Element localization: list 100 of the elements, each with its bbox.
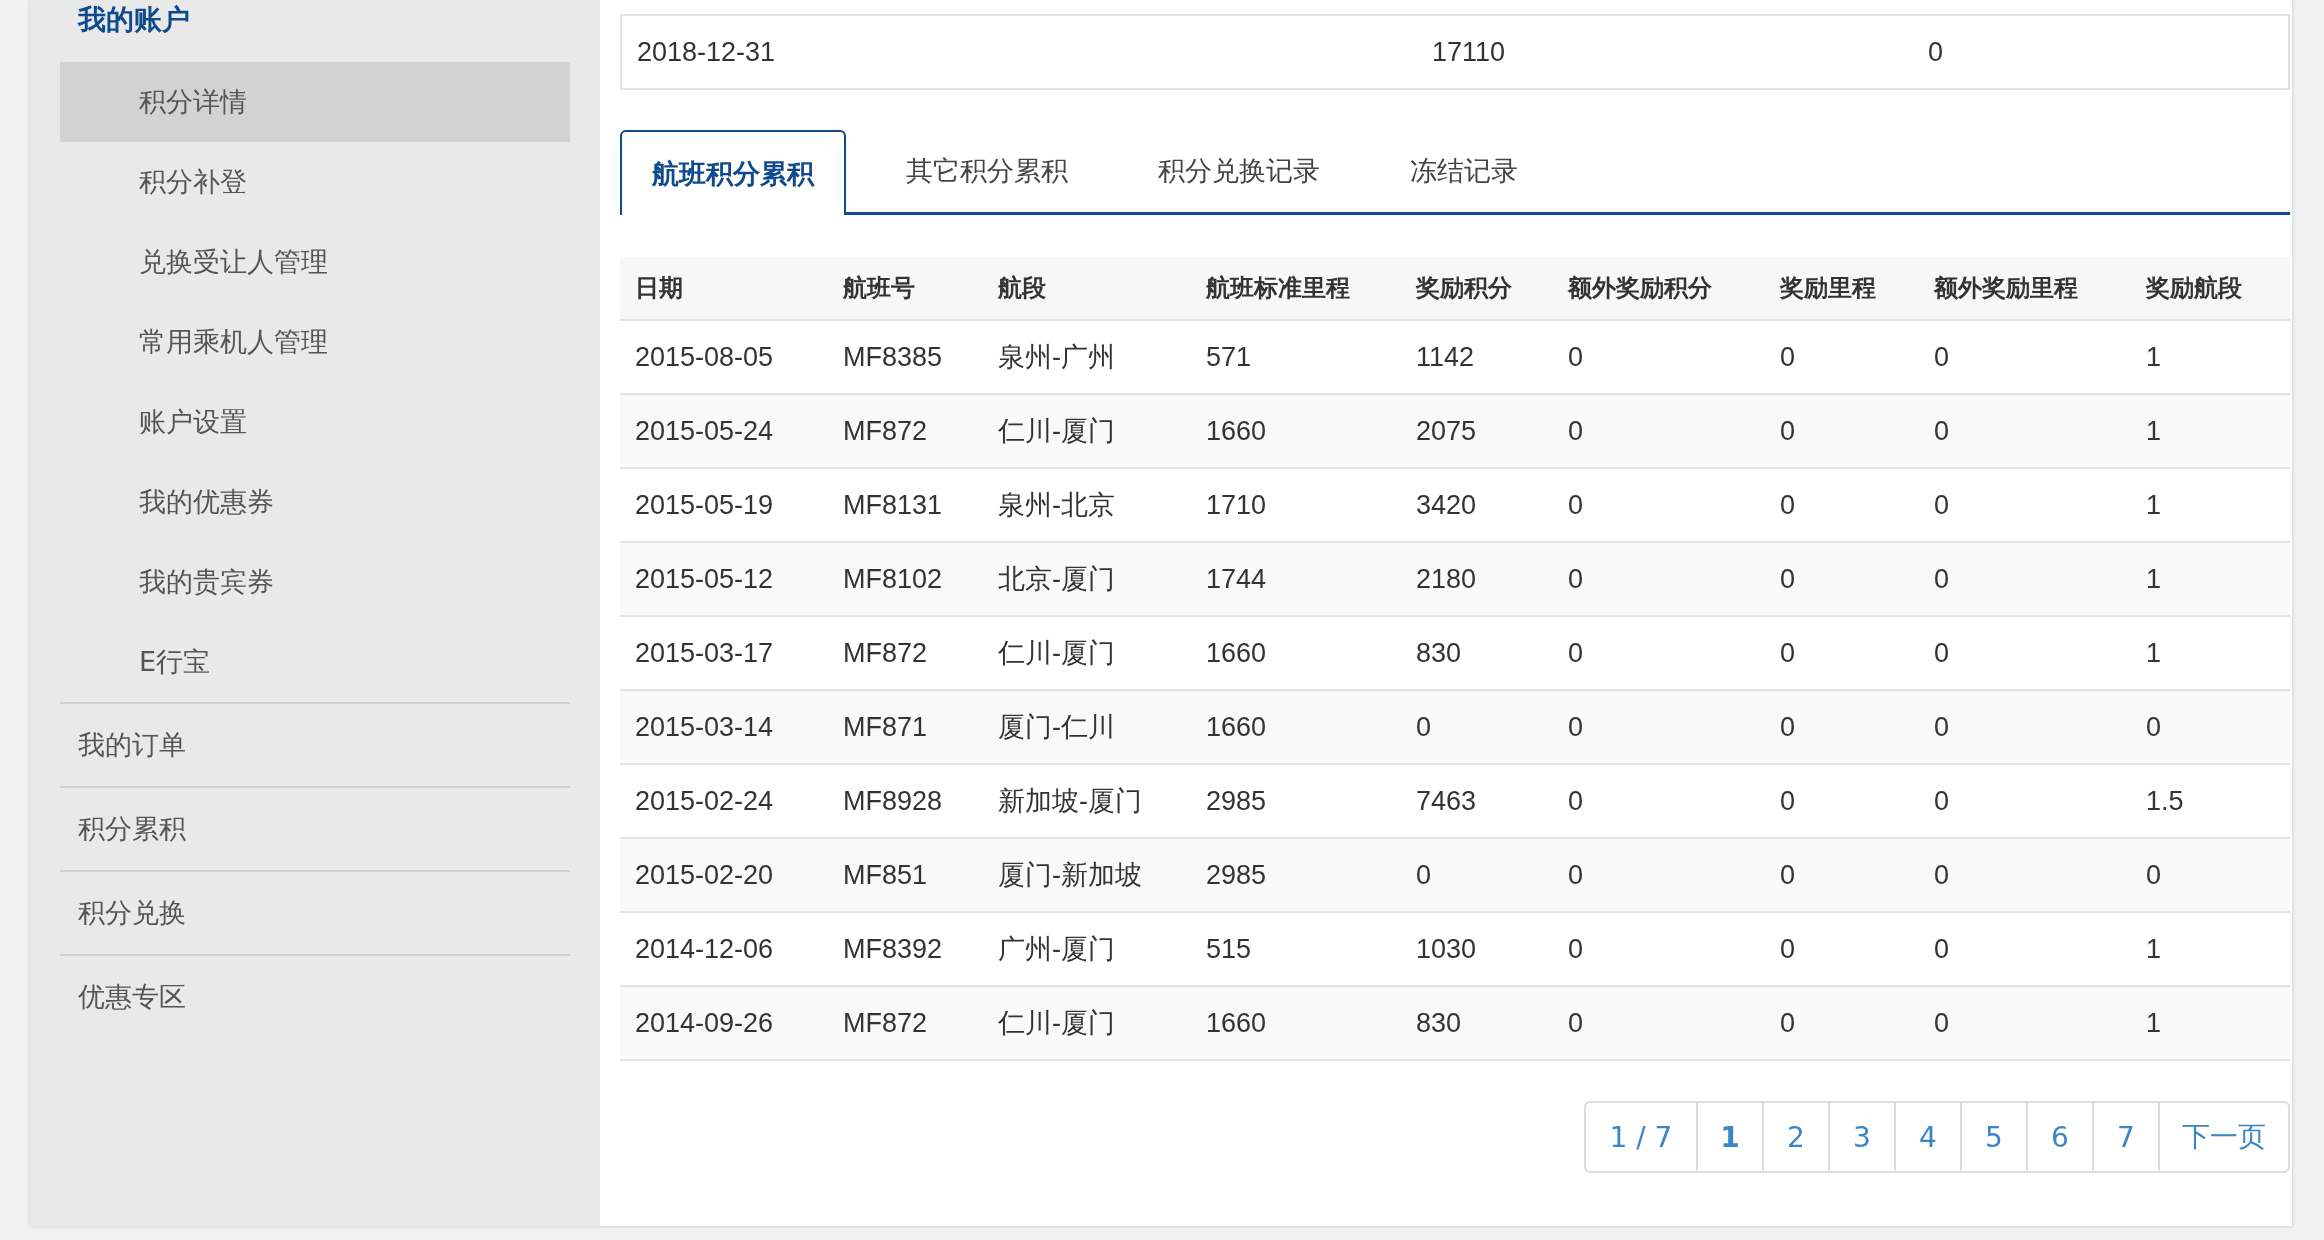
table-cell-text: MF8385 [842, 341, 944, 373]
table-cell-text: 2015-02-24 [634, 785, 775, 817]
sidebar-section-title[interactable]: 我的账户 [60, 0, 570, 48]
table-cell-text: 0 [1933, 859, 1951, 891]
table-cell-text: 1 [2145, 1007, 2163, 1039]
table-cell-text: 1142 [1415, 341, 1476, 373]
column-header: 奖励航段 [2144, 273, 2243, 304]
table-cell-text: 1660 [1205, 711, 1268, 743]
table-cell-text: 571 [1205, 341, 1253, 373]
table-cell-text: 0 [1933, 637, 1951, 669]
table-cell-text: MF872 [842, 415, 929, 447]
table-cell-text: 0 [1779, 1007, 1797, 1039]
sidebar-subitem[interactable]: E行宝 [60, 622, 570, 702]
column-header: 额外奖励里程 [1932, 273, 2079, 304]
table-cell-text: 0 [1779, 637, 1797, 669]
table-cell-text: 2014-12-06 [634, 933, 775, 965]
column-header: 额外奖励积分 [1566, 273, 1713, 304]
sidebar-item[interactable]: 积分累积 [60, 786, 570, 870]
table-cell-text: 2985 [1205, 785, 1268, 817]
table-cell-text: 2015-02-20 [634, 859, 775, 891]
table-cell: 0 [1928, 36, 1944, 68]
column-header: 奖励积分 [1414, 273, 1513, 304]
table-cell-text: 0 [1567, 711, 1585, 743]
table-cell-text: 830 [1415, 1007, 1463, 1039]
tab[interactable]: 积分兑换记录 [1128, 130, 1350, 212]
table-cell-text: 2015-05-12 [634, 563, 775, 595]
table-cell-text: 0 [1567, 1007, 1585, 1039]
table-cell-text: 泉州-广州 [997, 341, 1116, 374]
table-cell-text: 0 [1779, 711, 1797, 743]
table-cell-text: 1 [2145, 415, 2163, 447]
table-cell-text: 0 [1567, 563, 1585, 595]
column-header: 航班标准里程 [1205, 273, 1351, 304]
table-cell-text: 0 [1779, 415, 1797, 447]
table-cell-text: 0 [1779, 785, 1797, 817]
table-cell-text: 0 [1567, 785, 1585, 817]
sidebar-item[interactable]: 我的订单 [60, 702, 570, 786]
table-cell-text: 2015-05-24 [634, 415, 775, 447]
table-cell-text: 泉州-北京 [997, 489, 1116, 522]
table-cell-text: 仁川-厦门 [997, 1007, 1116, 1040]
table-cell-text: 2075 [1415, 415, 1478, 447]
table-cell-text: 0 [1567, 637, 1585, 669]
table-cell-text: 0 [1779, 563, 1797, 595]
table-cell-text: 0 [1933, 489, 1951, 521]
sidebar-subitem[interactable]: 积分补登 [60, 142, 570, 222]
table-cell-text: 0 [1933, 1007, 1951, 1039]
table-cell-text: 0 [1933, 341, 1951, 373]
sidebar-item[interactable]: 优惠专区 [60, 954, 570, 1038]
sidebar-item[interactable]: 积分兑换 [60, 870, 570, 954]
table-cell-text: 830 [1415, 637, 1463, 669]
table-cell-text: 1030 [1415, 933, 1478, 965]
table-cell-text: 广州-厦门 [997, 933, 1116, 966]
column-header: 日期 [634, 273, 684, 304]
table-cell-text: 0 [1779, 859, 1797, 891]
table-cell-text: 1 [2145, 341, 2163, 373]
table-cell-text: MF8392 [842, 933, 944, 965]
table-cell-text: 0 [1933, 563, 1951, 595]
table-cell-text: 7463 [1415, 785, 1478, 817]
sidebar-subitem[interactable]: 常用乘机人管理 [60, 302, 570, 382]
table-cell-text: 0 [1567, 341, 1585, 373]
sidebar-subitem[interactable]: 兑换受让人管理 [60, 222, 570, 302]
table-cell-text: 2015-03-17 [634, 637, 775, 669]
table-cell-text: 0 [1567, 415, 1585, 447]
table-cell-text: 1660 [1205, 1007, 1268, 1039]
table-cell-text: 1 [2145, 563, 2163, 595]
table-cell-text: 2018-12-31 [636, 36, 777, 68]
table-cell-text: 515 [1205, 933, 1253, 965]
table-cell-text: MF851 [842, 859, 929, 891]
tab[interactable]: 其它积分累积 [876, 130, 1098, 212]
table-cell-text: MF872 [842, 637, 929, 669]
table-cell-text: 17110 [1432, 36, 1507, 68]
table-cell-text: 1.5 [2145, 785, 2185, 817]
table-cell-text: 1660 [1205, 637, 1268, 669]
table-cell-text: 0 [1779, 341, 1797, 373]
tab[interactable]: 冻结记录 [1380, 130, 1548, 212]
table-cell-text: 3420 [1415, 489, 1478, 521]
tab[interactable]: 航班积分累积 [620, 130, 846, 215]
table-cell-text: 1744 [1205, 563, 1268, 595]
sidebar-subitem[interactable]: 我的优惠券 [60, 462, 570, 542]
column-header: 航段 [997, 273, 1047, 304]
table-cell-text: 北京-厦门 [997, 563, 1116, 596]
sidebar-subitem[interactable]: 积分详情 [60, 62, 570, 142]
sidebar-subitem[interactable]: 我的贵宾券 [60, 542, 570, 622]
table-cell-text: 仁川-厦门 [997, 637, 1116, 670]
table-cell-text: 0 [2145, 859, 2163, 891]
table-cell-text: MF871 [842, 711, 929, 743]
table-cell-text: MF872 [842, 1007, 929, 1039]
table-cell-text: MF8131 [842, 489, 944, 521]
table-cell-text: 0 [2145, 711, 2163, 743]
table-cell-text: 0 [1933, 785, 1951, 817]
table-cell-text: 2180 [1415, 563, 1478, 595]
table-cell-text: 1 [2145, 933, 2163, 965]
sidebar-subitem[interactable]: 账户设置 [60, 382, 570, 462]
table-cell-text: 0 [1415, 711, 1433, 743]
table-cell-text: 0 [1567, 859, 1585, 891]
column-header: 奖励里程 [1778, 273, 1877, 304]
table-cell-text: 0 [1567, 933, 1585, 965]
table-cell-text: 1 [2145, 637, 2163, 669]
table-cell-text: 2015-05-19 [634, 489, 775, 521]
table-cell-text: 2985 [1205, 859, 1268, 891]
table-cell-text: MF8928 [842, 785, 944, 817]
